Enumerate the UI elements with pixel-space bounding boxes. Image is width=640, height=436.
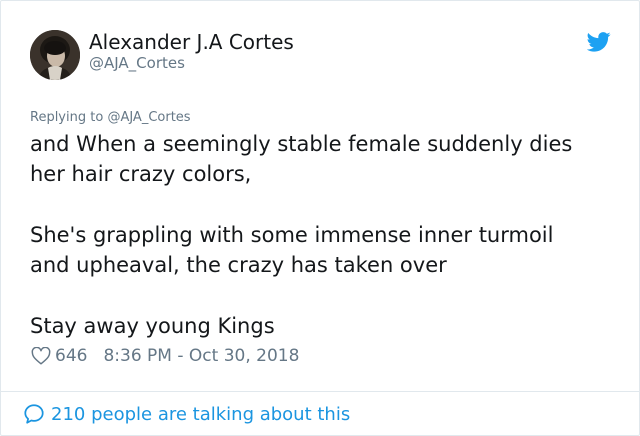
tweet-timestamp[interactable]: 8:36 PM - Oct 30, 2018 [103,346,299,366]
like-count[interactable]: 646 [55,346,87,366]
author-name[interactable]: Alexander J.A Cortes [89,30,294,54]
conversation-count-label[interactable]: 210 people are talking about this [51,404,350,425]
tweet-text-line-5: Stay away young Kings [30,314,275,338]
tweet-text-line-3: She's grappling with some immense inner … [30,223,554,247]
tweet-text-line-2: her hair crazy colors, [30,162,252,186]
twitter-bird-icon[interactable] [587,31,611,53]
tweet-meta: 646 8:36 PM - Oct 30, 2018 [31,345,299,367]
heart-icon[interactable] [31,347,51,365]
replying-to: Replying to @AJA_Cortes [30,110,191,125]
tweet-card: Alexander J.A Cortes @AJA_Cortes Replyin… [0,0,640,436]
divider [1,391,639,392]
speech-bubble-icon [24,404,44,424]
conversation-link[interactable]: 210 people are talking about this [23,401,350,427]
replying-to-label: Replying to [30,110,104,125]
avatar-image [30,30,80,80]
replying-to-handle[interactable]: @AJA_Cortes [107,110,190,125]
tweet-text-line-4: and upheaval, the crazy has taken over [30,253,447,277]
tweet-text-line-1: and When a seemingly stable female sudde… [30,132,573,156]
avatar[interactable] [30,30,80,80]
author-handle[interactable]: @AJA_Cortes [89,54,185,72]
